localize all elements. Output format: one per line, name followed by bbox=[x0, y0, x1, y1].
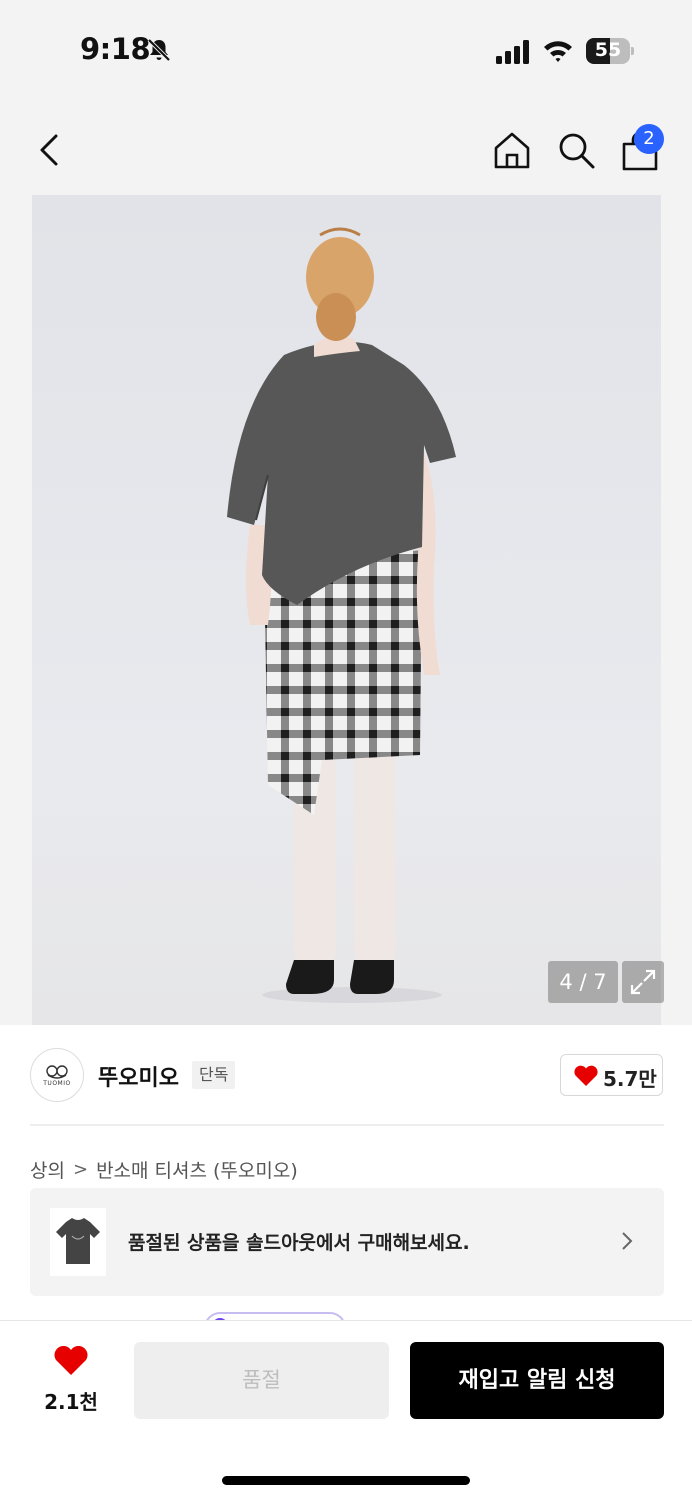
back-arrow-icon[interactable] bbox=[32, 130, 68, 170]
brand-name[interactable]: 뚜오미오 bbox=[98, 1060, 179, 1092]
tshirt-thumbnail-icon bbox=[56, 1218, 100, 1264]
cellular-signal-icon bbox=[496, 40, 529, 64]
soldout-banner[interactable]: 품절된 상품을 솔드아웃에서 구매해보세요. bbox=[30, 1188, 664, 1296]
brand-logo-text: TUOMIO bbox=[43, 1080, 71, 1087]
home-icon[interactable] bbox=[492, 130, 532, 170]
brand-logo[interactable]: TUOMIO bbox=[30, 1048, 84, 1102]
battery-icon: 55 bbox=[586, 38, 634, 64]
heart-icon bbox=[574, 1065, 598, 1086]
exclusive-badge: 단독 bbox=[192, 1061, 236, 1089]
brand-like-count: 5.7만 bbox=[603, 1067, 657, 1091]
status-time: 9:18 bbox=[80, 32, 151, 66]
breadcrumb: 상의 > 반소매 티셔츠 (뚜오미오) bbox=[30, 1156, 298, 1183]
search-icon[interactable] bbox=[556, 130, 596, 170]
restock-alert-button[interactable]: 재입고 알림 신청 bbox=[410, 1342, 664, 1419]
heart-icon bbox=[54, 1346, 88, 1375]
image-counter: 4 / 7 bbox=[548, 961, 618, 1003]
breadcrumb-separator-icon: > bbox=[72, 1159, 89, 1180]
model-illustration bbox=[227, 227, 456, 1003]
bell-muted-icon bbox=[147, 38, 171, 62]
home-indicator bbox=[222, 1476, 470, 1485]
soldout-banner-message: 품절된 상품을 솔드아웃에서 구매해보세요. bbox=[128, 1232, 470, 1254]
brand-like-button[interactable]: 5.7만 bbox=[560, 1054, 663, 1096]
brand-logo-mark-icon bbox=[46, 1065, 68, 1079]
fullscreen-button[interactable] bbox=[622, 961, 664, 1003]
divider bbox=[30, 1124, 664, 1126]
status-bar: 9:18 55 bbox=[0, 0, 692, 100]
breadcrumb-subcategory[interactable]: 반소매 티셔츠 (뚜오미오) bbox=[96, 1156, 298, 1183]
expand-icon bbox=[630, 969, 656, 995]
wishlist-count: 2.1천 bbox=[44, 1390, 98, 1414]
wishlist-button[interactable]: 2.1천 bbox=[40, 1346, 102, 1416]
chevron-right-icon bbox=[622, 1232, 633, 1250]
wifi-icon bbox=[544, 41, 572, 62]
product-gallery[interactable] bbox=[0, 195, 692, 1025]
cart-count-badge: 2 bbox=[634, 124, 664, 154]
breadcrumb-category[interactable]: 상의 bbox=[30, 1156, 65, 1183]
nav-header bbox=[0, 100, 692, 195]
battery-level: 55 bbox=[594, 39, 622, 61]
soldout-product-thumbnail bbox=[50, 1208, 106, 1276]
soldout-button: 품절 bbox=[134, 1342, 389, 1419]
product-photo[interactable] bbox=[32, 195, 661, 1025]
